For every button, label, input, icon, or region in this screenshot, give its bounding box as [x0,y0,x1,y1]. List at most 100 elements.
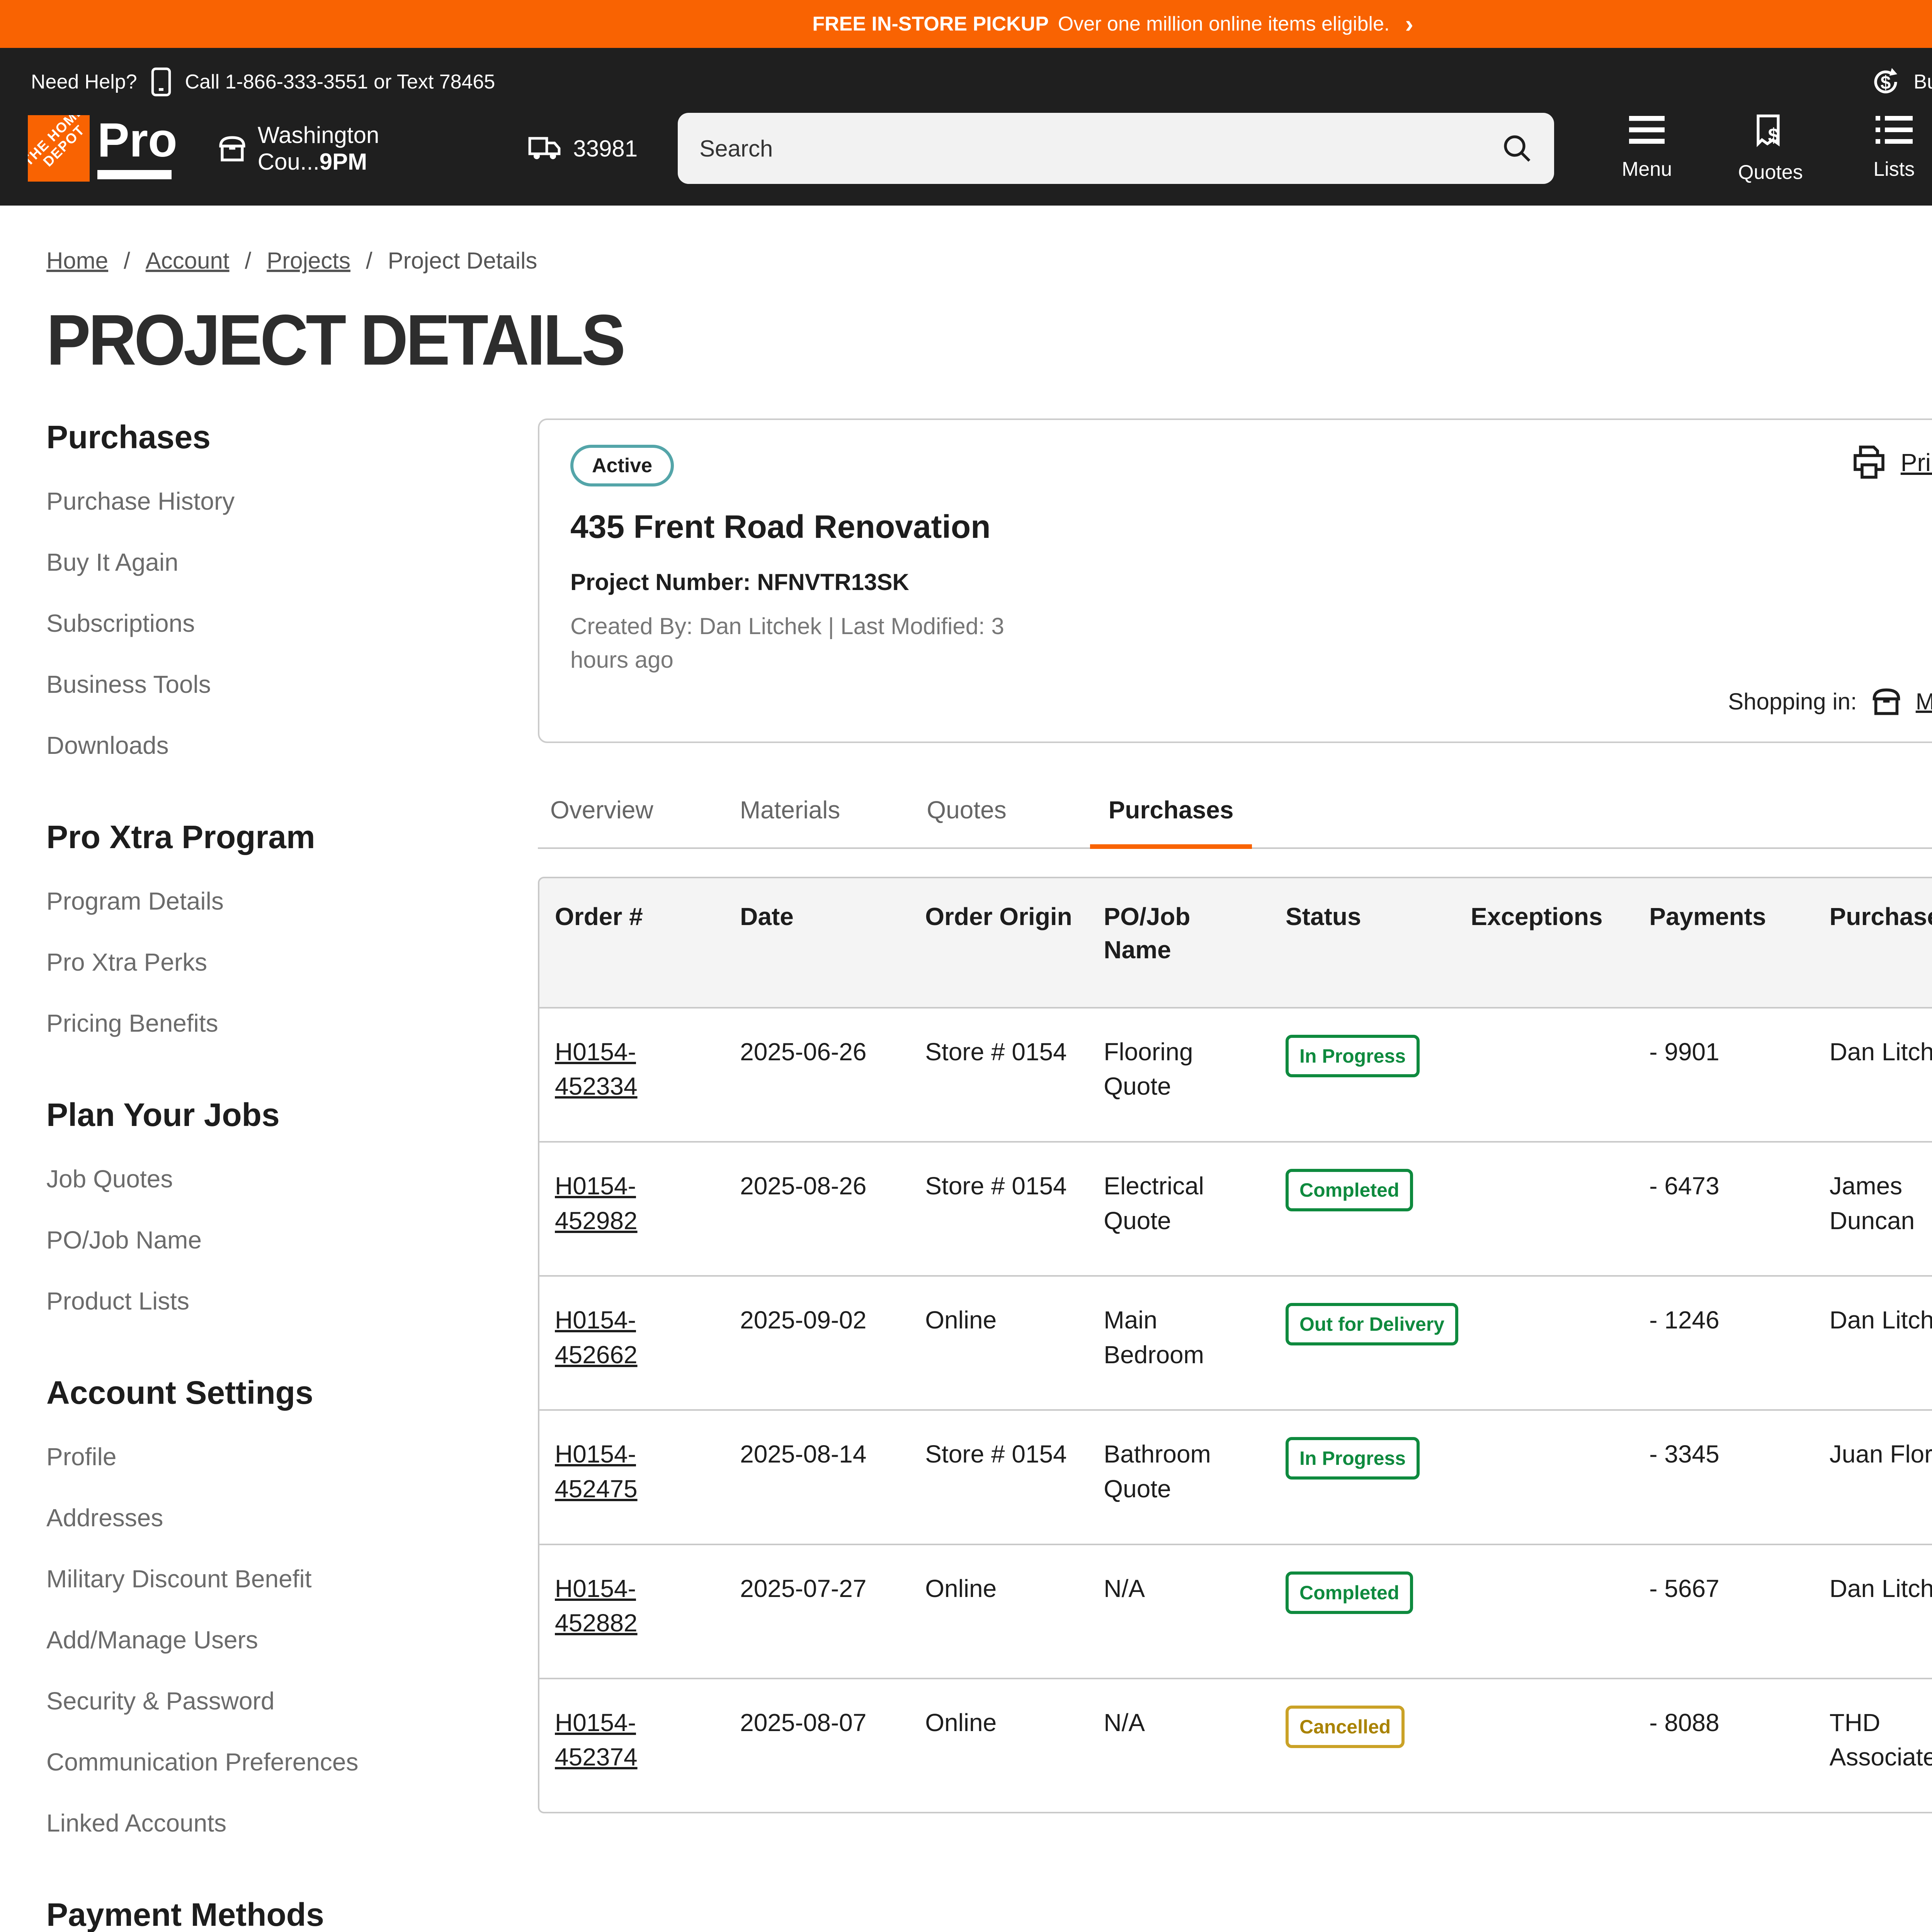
sidebar-item-military-discount[interactable]: Military Discount Benefit [46,1565,492,1593]
sidebar-item-profile[interactable]: Profile [46,1442,492,1471]
search-icon[interactable] [1502,133,1532,164]
order-link[interactable]: H0154-452374 [555,1709,638,1771]
status-badge: Completed [1286,1571,1413,1614]
shopping-in-label: Shopping in: [1728,688,1857,715]
order-date: 2025-08-07 [724,1679,910,1812]
project-status-badge: Active [570,445,674,486]
order-purchaser: THD Associate [1814,1679,1932,1812]
sidebar-item-addresses[interactable]: Addresses [46,1503,492,1532]
store-icon [1871,686,1902,717]
sidebar-item-subscriptions[interactable]: Subscriptions [46,609,492,638]
order-exceptions [1455,1679,1634,1812]
order-payments: - 5667 [1634,1544,1814,1679]
svg-text:$: $ [1768,124,1779,147]
col-order: Order # [539,878,724,1008]
home-depot-pro-logo[interactable]: THE HOME DEPOT Pro [28,115,177,182]
sidebar-section-plan-your-jobs: Plan Your Jobs [46,1096,492,1134]
account-sidebar: Purchases Purchase History Buy It Again … [46,418,538,1932]
sidebar-item-business-tools[interactable]: Business Tools [46,670,492,699]
print-button[interactable]: Print [1851,445,1932,480]
status-badge: Cancelled [1286,1706,1405,1748]
col-purchaser: Purchaser [1814,878,1932,1008]
sidebar-item-communication-preferences[interactable]: Communication Preferences [46,1748,492,1776]
sidebar-item-program-details[interactable]: Program Details [46,887,492,915]
col-payments: Payments [1634,878,1814,1008]
store-selector[interactable]: Washington Cou...9PM [218,122,488,175]
order-date: 2025-07-27 [724,1544,910,1679]
tab-materials[interactable]: Materials [737,783,844,847]
menu-button[interactable]: Menu [1616,113,1678,181]
refresh-dollar-icon: $ [1870,66,1901,97]
project-created-info: Created By: Dan Litchek | Last Modified:… [570,609,1053,677]
order-date: 2025-08-26 [724,1142,910,1276]
col-status: Status [1270,878,1455,1008]
col-exceptions: Exceptions [1455,878,1634,1008]
sidebar-item-linked-accounts[interactable]: Linked Accounts [46,1809,492,1837]
order-po-name: N/A [1088,1679,1270,1812]
order-po-name: Electrical Quote [1088,1142,1270,1276]
need-help-label: Need Help? [31,70,137,94]
print-label: Print [1901,448,1932,477]
sidebar-section-purchases: Purchases [46,418,492,456]
sidebar-item-pricing-benefits[interactable]: Pricing Benefits [46,1009,492,1037]
order-link[interactable]: H0154-452982 [555,1172,638,1235]
buy-it-again-button[interactable]: $ Buy it Again [1870,66,1932,97]
chevron-right-icon: › [1405,12,1413,36]
table-row: H0154-452334 2025-06-26 Store # 0154 Flo… [539,1008,1932,1142]
utility-bar: Need Help? Call 1-866-333-3551 or Text 7… [28,48,1932,104]
tab-quotes[interactable]: Quotes [923,783,1009,847]
svg-text:$: $ [1881,73,1891,93]
quotes-icon: $ [1752,113,1789,150]
project-tabs: Overview Materials Quotes Purchases [538,783,1932,849]
promo-banner[interactable]: FREE IN-STORE PICKUP Over one million on… [0,0,1932,48]
lists-icon [1876,113,1913,147]
status-badge: Completed [1286,1169,1413,1211]
sidebar-item-add-manage-users[interactable]: Add/Manage Users [46,1626,492,1654]
sidebar-item-purchase-history[interactable]: Purchase History [46,487,492,515]
tab-purchases[interactable]: Purchases [1090,783,1252,849]
promo-banner-text: Over one million online items eligible. [1058,12,1389,36]
search-input[interactable] [699,135,1502,162]
order-payments: - 1246 [1634,1276,1814,1410]
tab-overview[interactable]: Overview [547,783,656,847]
delivery-zip-selector[interactable]: 33981 [528,135,638,162]
sidebar-item-product-lists[interactable]: Product Lists [46,1287,492,1315]
shopping-store-link[interactable]: Midtown [1916,688,1932,715]
breadcrumb-account[interactable]: Account [146,247,230,274]
col-origin: Order Origin [910,878,1088,1008]
utility-actions: $ Buy it Again Quick Add [1870,66,1932,97]
search-bar [678,113,1554,184]
sidebar-item-pro-xtra-perks[interactable]: Pro Xtra Perks [46,948,492,976]
sidebar-item-security-password[interactable]: Security & Password [46,1687,492,1715]
sidebar-item-job-quotes[interactable]: Job Quotes [46,1165,492,1193]
order-link[interactable]: H0154-452475 [555,1440,638,1503]
store-icon [218,134,247,163]
breadcrumb-projects[interactable]: Projects [267,247,350,274]
sidebar-item-buy-it-again[interactable]: Buy It Again [46,548,492,577]
table-row: H0154-452882 2025-07-27 Online N/A Compl… [539,1544,1932,1679]
sidebar-item-po-job-name[interactable]: PO/Job Name [46,1226,492,1254]
truck-icon [528,135,562,162]
sidebar-section-account-settings: Account Settings [46,1374,492,1412]
project-number: Project Number: NFNVTR13SK [570,569,1932,595]
order-link[interactable]: H0154-452334 [555,1038,638,1100]
sidebar-item-downloads[interactable]: Downloads [46,731,492,760]
order-po-name: N/A [1088,1544,1270,1679]
breadcrumb-current: Project Details [388,247,537,274]
printer-icon [1851,445,1887,480]
order-po-name: Bathroom Quote [1088,1410,1270,1544]
header-nav: Menu $ Quotes Lists Stephanie [1616,113,1932,184]
table-row: H0154-452662 2025-09-02 Online Main Bedr… [539,1276,1932,1410]
purchases-table: Order # Date Order Origin PO/Job Name St… [538,877,1932,1813]
promo-banner-bold: FREE IN-STORE PICKUP [812,12,1049,36]
need-help-area[interactable]: Need Help? Call 1-866-333-3551 or Text 7… [31,67,495,97]
order-link[interactable]: H0154-452662 [555,1306,638,1369]
quotes-button[interactable]: $ Quotes [1738,113,1803,184]
menu-icon [1628,113,1666,147]
order-link[interactable]: H0154-452882 [555,1575,638,1637]
buy-it-again-label: Buy it Again [1913,70,1932,94]
lists-button[interactable]: Lists [1863,113,1925,181]
breadcrumb-home[interactable]: Home [46,247,108,274]
order-purchaser: James Duncan [1814,1142,1932,1276]
order-exceptions [1455,1142,1634,1276]
